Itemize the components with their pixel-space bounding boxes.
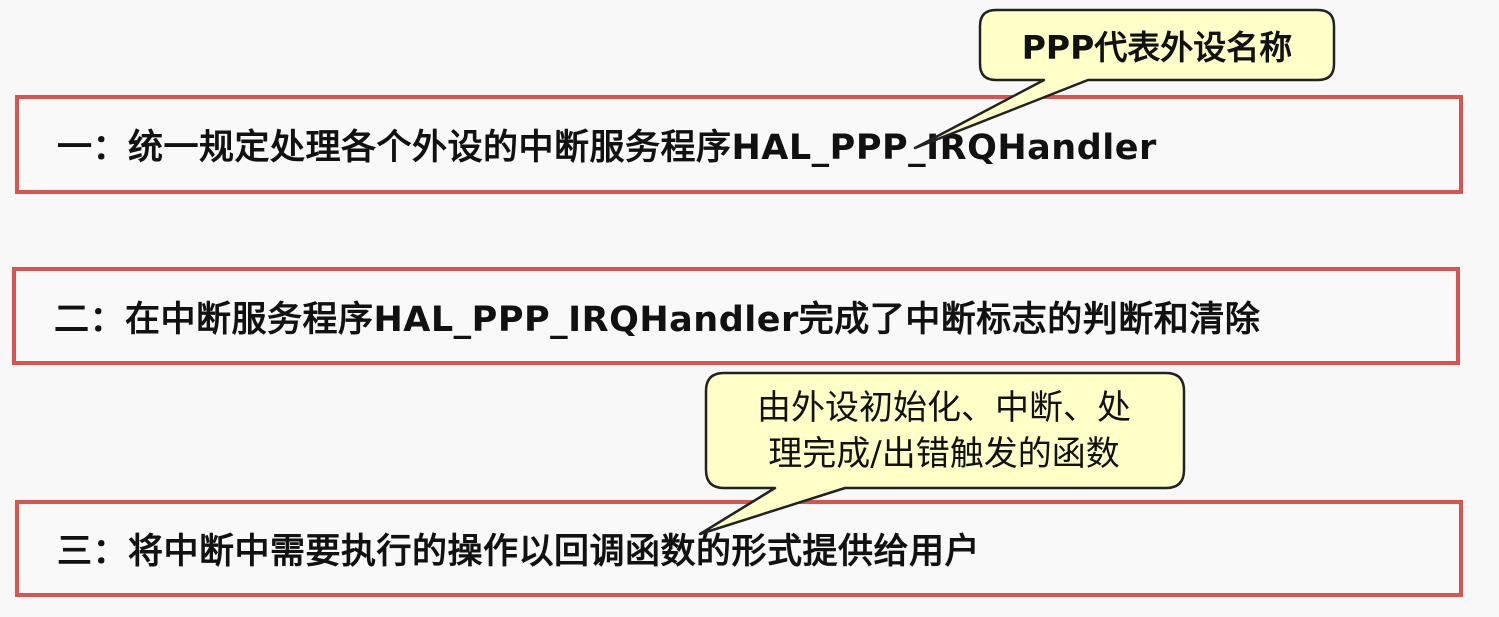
- callout-text-1: PPP代表外设名称: [982, 12, 1332, 78]
- point-box-1: 一：统一规定处理各个外设的中断服务程序HAL_PPP_IRQHandler: [15, 95, 1463, 194]
- callout-2-line-2: 理完成/出错触发的函数: [768, 434, 1120, 474]
- point-text-3: 三：将中断中需要执行的操作以回调函数的形式提供给用户: [57, 532, 981, 572]
- point-box-3: 三：将中断中需要执行的操作以回调函数的形式提供给用户: [15, 500, 1463, 597]
- slide: 一：统一规定处理各个外设的中断服务程序HAL_PPP_IRQHandler 二：…: [0, 0, 1499, 617]
- callout-text-2: 由外设初始化、中断、处 理完成/出错触发的函数: [706, 375, 1182, 487]
- point-text-2: 二：在中断服务程序HAL_PPP_IRQHandler完成了中断标志的判断和清除: [54, 299, 1261, 340]
- point-box-2: 二：在中断服务程序HAL_PPP_IRQHandler完成了中断标志的判断和清除: [12, 267, 1460, 365]
- point-text-1: 一：统一规定处理各个外设的中断服务程序HAL_PPP_IRQHandler: [57, 128, 1157, 168]
- callout-2-line-1: 由外设初始化、中断、处: [757, 388, 1131, 428]
- callout-1-line-1: PPP代表外设名称: [1021, 28, 1293, 67]
